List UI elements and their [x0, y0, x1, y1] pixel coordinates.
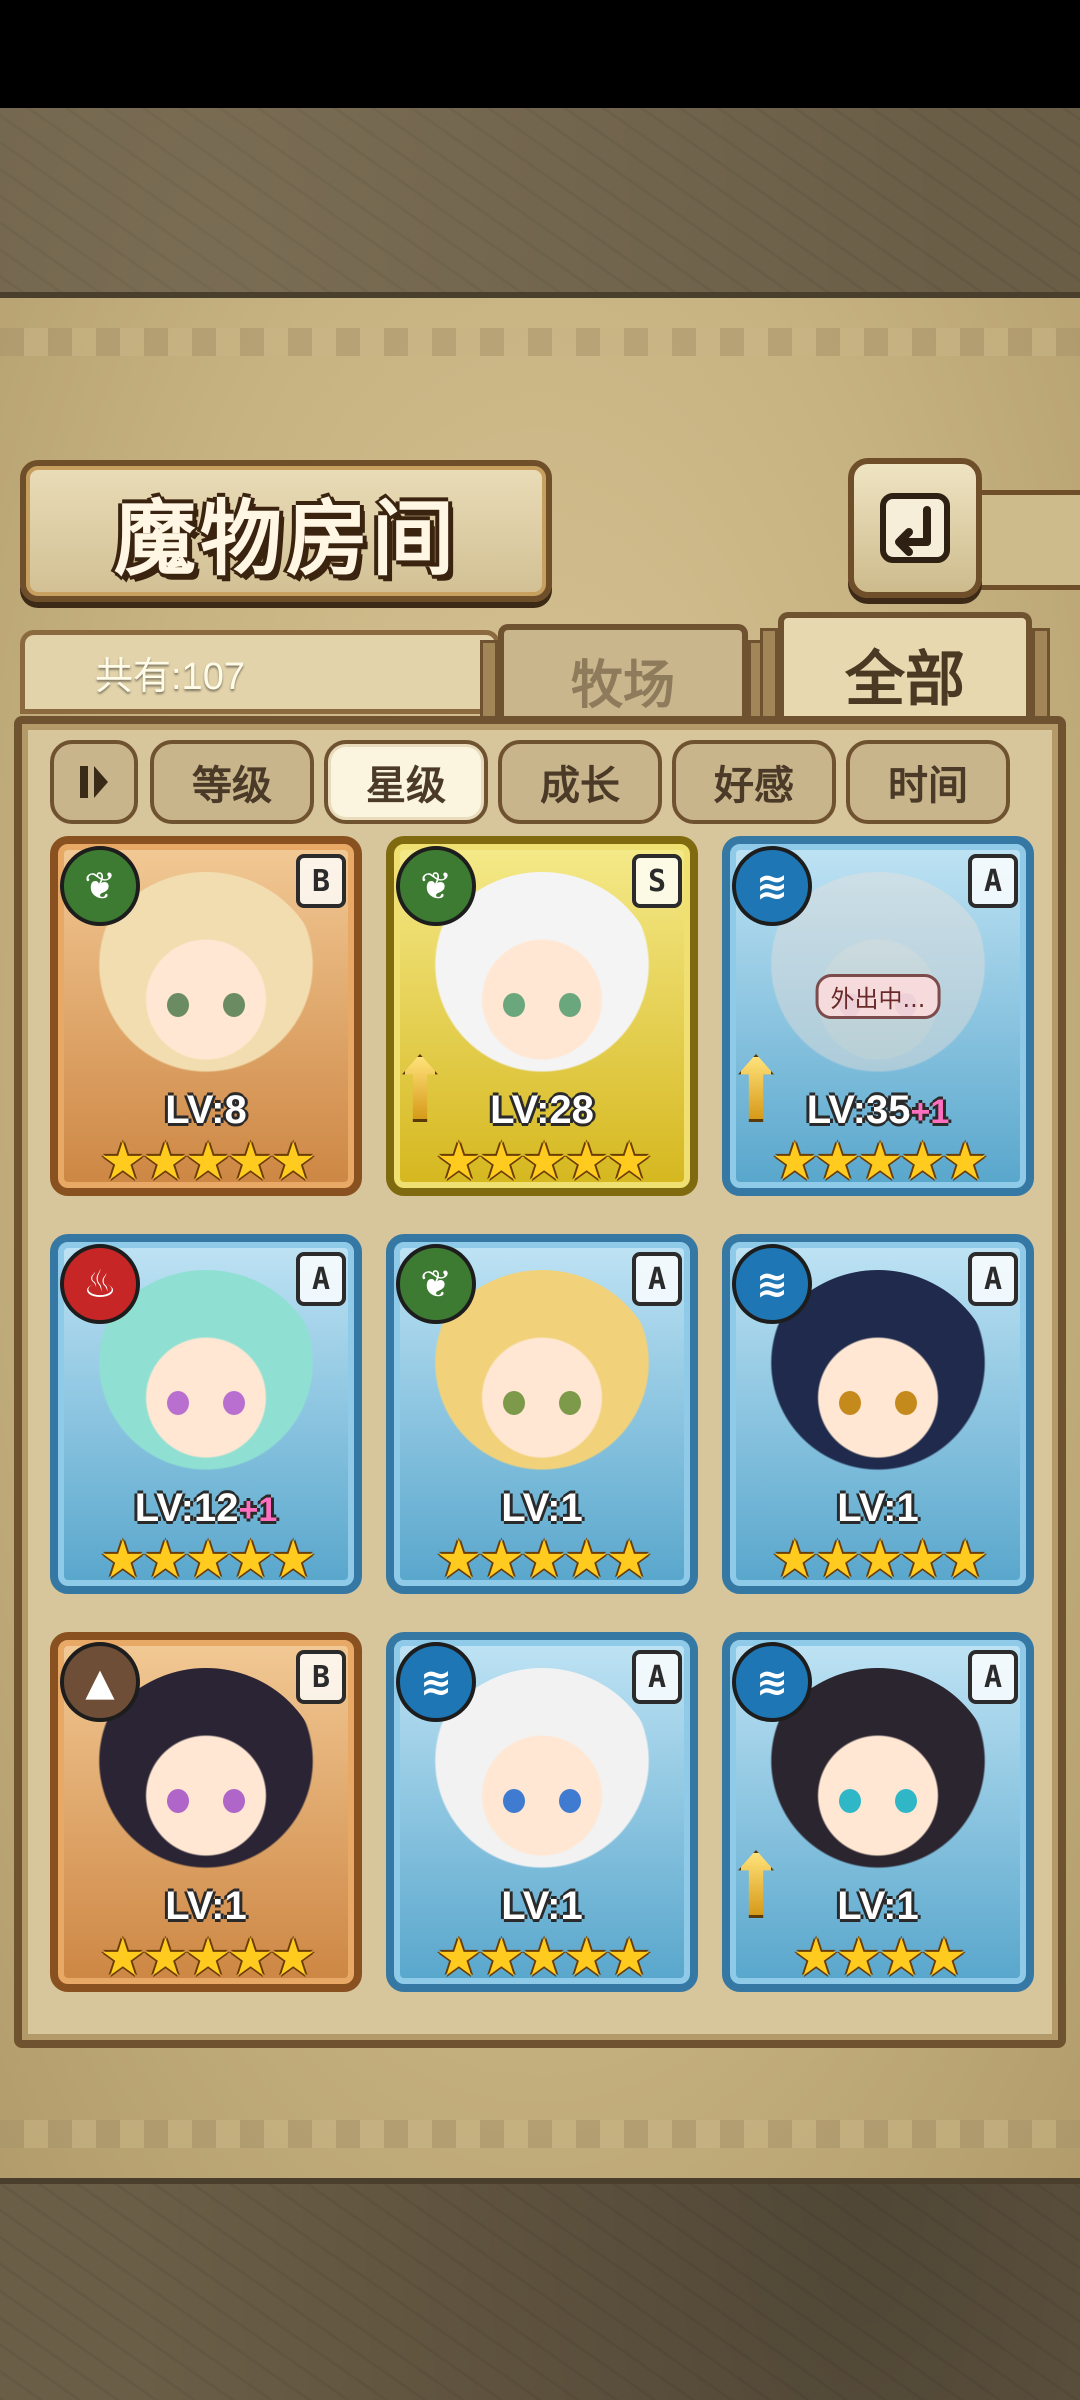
rank-badge: B [296, 1650, 346, 1704]
status-bar [0, 0, 1080, 108]
sort-level-button[interactable]: 等级 [150, 740, 314, 824]
monster-card[interactable]: ≋ A LV:1 ★★★★ [722, 1632, 1034, 1992]
level-bonus: +1 [910, 1093, 950, 1131]
level-value: LV:12 [134, 1486, 239, 1530]
rank-badge: A [968, 854, 1018, 908]
sort-star-button[interactable]: 星级 [324, 740, 488, 824]
monster-grid: ❦ B LV:8 ★★★★★ ❦ S LV:28 ★★★★★ ≋ A 外出中... LV:35+1 ★★… [50, 836, 1040, 1996]
level-label: LV:1 [394, 1486, 690, 1531]
total-count: 共有:107 [95, 655, 245, 698]
total-count-bar: 共有:107 [20, 630, 500, 714]
monster-card[interactable]: ≋ A LV:1 ★★★★★ [386, 1632, 698, 1992]
water-waves-icon: ≋ [732, 846, 812, 926]
level-label: LV:1 [730, 1884, 1026, 1929]
back-button-rail [966, 490, 1080, 590]
sort-affection-button[interactable]: 好感 [672, 740, 836, 824]
rank-badge: A [296, 1252, 346, 1306]
level-bonus: +1 [238, 1491, 278, 1529]
level-label: LV:1 [730, 1486, 1026, 1531]
level-label: LV:1 [58, 1884, 354, 1929]
monster-eyes [497, 1390, 587, 1415]
star-rating: ★★★★★ [771, 1530, 988, 1590]
monster-card[interactable]: ▲ B LV:1 ★★★★★ [50, 1632, 362, 1992]
page-title: 魔物房间 [113, 490, 458, 587]
level-value: LV:1 [837, 1884, 919, 1928]
flame-icon: ♨ [60, 1244, 140, 1324]
monster-card[interactable]: ≋ A LV:1 ★★★★★ [722, 1234, 1034, 1594]
monster-eyes [833, 1390, 923, 1415]
level-value: LV:1 [501, 1486, 583, 1530]
sort-bar: 等级 星级 成长 好感 时间 [40, 740, 1040, 824]
monster-card[interactable]: ≋ A 外出中... LV:35+1 ★★★★★ [722, 836, 1034, 1196]
leaf-icon: ❦ [396, 1244, 476, 1324]
rank-badge: A [968, 1252, 1018, 1306]
monster-eyes [497, 1788, 587, 1813]
monster-eyes [161, 1788, 251, 1813]
mountain-icon: ▲ [60, 1642, 140, 1722]
star-rating: ★★★★★ [99, 1530, 316, 1590]
level-label: LV:8 [58, 1088, 354, 1133]
rank-badge: A [632, 1252, 682, 1306]
monster-card[interactable]: ❦ S LV:28 ★★★★★ [386, 836, 698, 1196]
back-arrow-icon [880, 493, 950, 563]
sort-time-button[interactable]: 时间 [846, 740, 1010, 824]
level-label: LV:1 [394, 1884, 690, 1929]
monster-card[interactable]: ❦ A LV:1 ★★★★★ [386, 1234, 698, 1594]
rank-badge: S [632, 854, 682, 908]
monster-card[interactable]: ❦ B LV:8 ★★★★★ [50, 836, 362, 1196]
level-value: LV:1 [501, 1884, 583, 1928]
back-button[interactable] [848, 458, 982, 598]
sort-growth-button[interactable]: 成长 [498, 740, 662, 824]
rank-badge: B [296, 854, 346, 908]
monster-eyes [833, 1788, 923, 1813]
water-waves-icon: ≋ [732, 1244, 812, 1324]
level-value: LV:28 [490, 1088, 594, 1132]
tab-all[interactable]: 全部 [760, 612, 1050, 730]
rank-badge: A [632, 1650, 682, 1704]
tab-ranch[interactable]: 牧场 [480, 624, 766, 730]
star-rating: ★★★★★ [99, 1132, 316, 1192]
level-value: LV:8 [165, 1088, 247, 1132]
sort-order-toggle[interactable] [50, 740, 138, 824]
sort-order-icon [80, 766, 108, 798]
star-rating: ★★★★★ [435, 1530, 652, 1590]
star-rating: ★★★★★ [771, 1132, 988, 1192]
leaf-icon: ❦ [396, 846, 476, 926]
monster-eyes [161, 1390, 251, 1415]
water-waves-icon: ≋ [396, 1642, 476, 1722]
level-label: LV:12+1 [58, 1486, 354, 1531]
level-label: LV:28 [394, 1088, 690, 1133]
water-waves-icon: ≋ [732, 1642, 812, 1722]
level-value: LV:1 [837, 1486, 919, 1530]
level-label: LV:35+1 [730, 1088, 1026, 1133]
monster-eyes [161, 992, 251, 1017]
star-rating: ★★★★★ [99, 1928, 316, 1988]
monster-eyes [497, 992, 587, 1017]
rank-badge: A [968, 1650, 1018, 1704]
star-rating: ★★★★ [792, 1928, 967, 1988]
star-rating: ★★★★★ [435, 1132, 652, 1192]
star-rating: ★★★★★ [435, 1928, 652, 1988]
leaf-icon: ❦ [60, 846, 140, 926]
away-status-label: 外出中... [815, 974, 941, 1019]
title-plate: 魔物房间 [20, 460, 552, 602]
level-value: LV:1 [165, 1884, 247, 1928]
monster-card[interactable]: ♨ A LV:12+1 ★★★★★ [50, 1234, 362, 1594]
level-value: LV:35 [806, 1088, 911, 1132]
